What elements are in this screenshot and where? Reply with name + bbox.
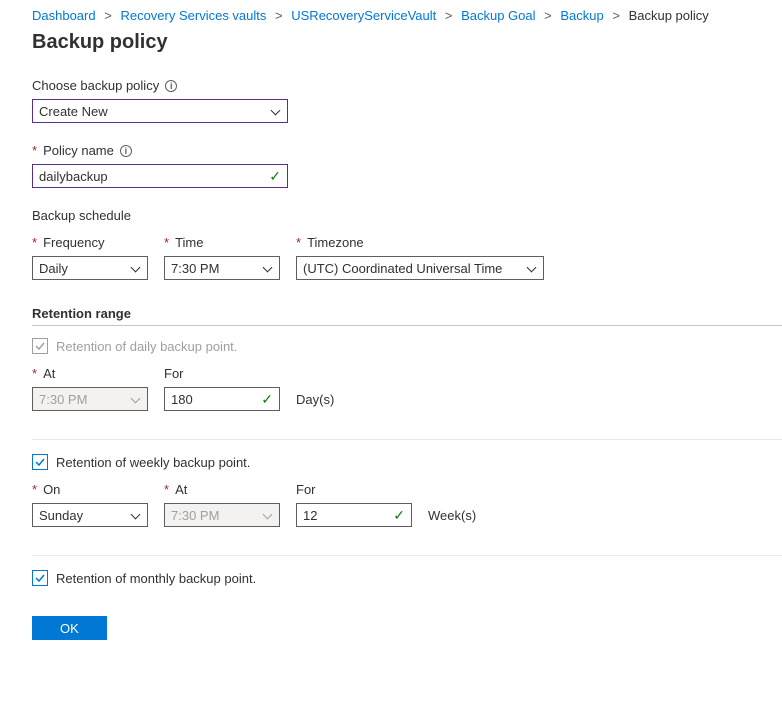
weekly-retention-checkbox-row[interactable]: Retention of weekly backup point.: [32, 454, 782, 470]
breadcrumb-backup-goal[interactable]: Backup Goal: [461, 8, 535, 23]
chevron-down-icon: [263, 510, 273, 520]
weekly-retention-checkbox[interactable]: [32, 454, 48, 470]
choose-policy-select[interactable]: Create New: [32, 99, 288, 123]
daily-retention-checkbox-row: Retention of daily backup point.: [32, 338, 782, 354]
weekly-unit: Week(s): [428, 508, 476, 527]
daily-for-input[interactable]: [171, 392, 261, 407]
divider: [32, 555, 782, 556]
daily-at-label: *At: [32, 366, 148, 381]
breadcrumb-sep: >: [445, 8, 453, 23]
time-select[interactable]: 7:30 PM: [164, 256, 280, 280]
breadcrumb-sep: >: [544, 8, 552, 23]
backup-schedule-heading: Backup schedule: [32, 208, 782, 223]
daily-at-select: 7:30 PM: [32, 387, 148, 411]
retention-range-heading: Retention range: [32, 306, 782, 321]
weekly-retention-label: Retention of weekly backup point.: [56, 455, 250, 470]
chevron-down-icon: [263, 263, 273, 273]
choose-policy-label: Choose backup policy i: [32, 78, 782, 93]
monthly-retention-label: Retention of monthly backup point.: [56, 571, 256, 586]
breadcrumb-vaults[interactable]: Recovery Services vaults: [120, 8, 266, 23]
time-label: *Time: [164, 235, 280, 250]
daily-retention-checkbox: [32, 338, 48, 354]
breadcrumb-sep: >: [612, 8, 620, 23]
breadcrumb-backup[interactable]: Backup: [560, 8, 603, 23]
daily-retention-label: Retention of daily backup point.: [56, 339, 237, 354]
chevron-down-icon: [271, 106, 281, 116]
breadcrumb-vault-name[interactable]: USRecoveryServiceVault: [291, 8, 436, 23]
chevron-down-icon: [131, 394, 141, 404]
policy-name-label: * Policy name i: [32, 143, 782, 158]
policy-name-input-wrap[interactable]: ✓: [32, 164, 288, 188]
chevron-down-icon: [131, 510, 141, 520]
daily-unit: Day(s): [296, 392, 334, 411]
chevron-down-icon: [527, 263, 537, 273]
info-icon[interactable]: i: [120, 145, 132, 157]
breadcrumb-current: Backup policy: [629, 8, 709, 23]
info-icon[interactable]: i: [165, 80, 177, 92]
divider: [32, 439, 782, 440]
monthly-retention-checkbox-row[interactable]: Retention of monthly backup point.: [32, 570, 782, 586]
frequency-select[interactable]: Daily: [32, 256, 148, 280]
monthly-retention-checkbox[interactable]: [32, 570, 48, 586]
breadcrumb-sep: >: [275, 8, 283, 23]
policy-name-input[interactable]: [39, 169, 269, 184]
breadcrumb-dashboard[interactable]: Dashboard: [32, 8, 96, 23]
frequency-label: *Frequency: [32, 235, 148, 250]
chevron-down-icon: [131, 263, 141, 273]
ok-button[interactable]: OK: [32, 616, 107, 640]
valid-check-icon: ✓: [393, 508, 405, 522]
valid-check-icon: ✓: [269, 169, 281, 183]
valid-check-icon: ✓: [261, 392, 273, 406]
timezone-select[interactable]: (UTC) Coordinated Universal Time: [296, 256, 544, 280]
weekly-on-select[interactable]: Sunday: [32, 503, 148, 527]
breadcrumb: Dashboard > Recovery Services vaults > U…: [32, 0, 782, 29]
weekly-for-input-wrap[interactable]: ✓: [296, 503, 412, 527]
divider: [32, 325, 782, 326]
daily-for-label: For: [164, 366, 280, 381]
page-title: Backup policy: [32, 31, 782, 54]
weekly-at-label: *At: [164, 482, 280, 497]
weekly-on-label: *On: [32, 482, 148, 497]
weekly-for-input[interactable]: [303, 508, 393, 523]
breadcrumb-sep: >: [104, 8, 112, 23]
weekly-for-label: For: [296, 482, 412, 497]
weekly-at-select: 7:30 PM: [164, 503, 280, 527]
daily-for-input-wrap[interactable]: ✓: [164, 387, 280, 411]
timezone-label: *Timezone: [296, 235, 544, 250]
